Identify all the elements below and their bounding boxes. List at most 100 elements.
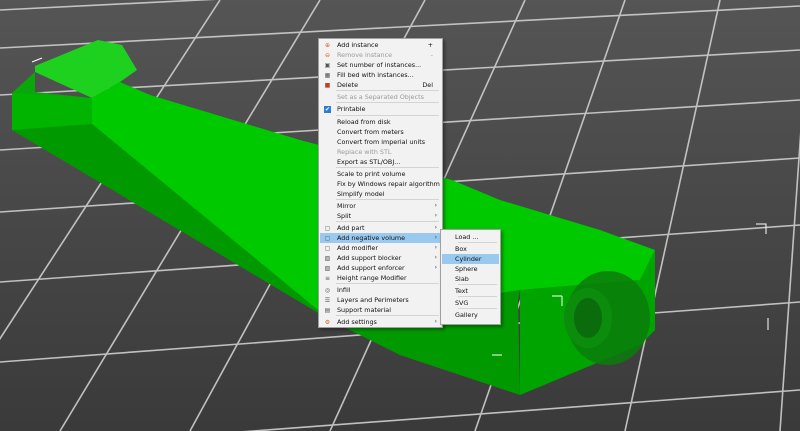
submenu-item-box[interactable]: Box xyxy=(442,244,499,254)
shortcut-label: Del xyxy=(422,81,433,89)
checkmark-icon: ✔ xyxy=(324,106,331,113)
menu-item-label: Support material xyxy=(337,306,391,314)
negative-volume-icon: ▢ xyxy=(324,235,331,242)
menu-item-add-support-blocker[interactable]: ▧ Add support blocker › xyxy=(320,253,441,263)
menu-item-label: Text xyxy=(455,287,468,295)
infill-icon: ◎ xyxy=(324,287,331,294)
menu-item-label: Reload from disk xyxy=(337,118,391,126)
menu-item-label: Printable xyxy=(337,105,366,113)
chevron-right-icon: › xyxy=(434,234,437,241)
submenu-item-sphere[interactable]: Sphere xyxy=(442,264,499,274)
menu-item-label: Add part xyxy=(337,224,365,232)
menu-item-label: Export as STL/OBJ... xyxy=(337,158,401,166)
menu-item-remove-instance: ⊖ Remove instance - xyxy=(320,50,441,60)
menu-item-label: Convert from imperial units xyxy=(337,138,426,146)
menu-separator xyxy=(336,167,439,168)
menu-item-label: Mirror xyxy=(337,202,356,210)
menu-item-infill[interactable]: ◎ Infill xyxy=(320,285,441,295)
menu-item-reload-from-disk[interactable]: Reload from disk xyxy=(320,117,441,127)
remove-instance-icon: ⊖ xyxy=(324,52,331,59)
chevron-right-icon: › xyxy=(434,318,437,325)
menu-item-label: Layers and Perimeters xyxy=(337,296,409,304)
menu-item-fix-by-windows-repair-algorithm[interactable]: Fix by Windows repair algorithm xyxy=(320,179,441,189)
context-menu: ⊕ Add instance + ⊖ Remove instance - ▣ Set numb… xyxy=(318,38,443,328)
submenu-item-text[interactable]: Text xyxy=(442,286,499,296)
menu-item-label: SVG xyxy=(455,299,469,307)
menu-item-label: Delete xyxy=(337,81,358,89)
submenu-item-svg[interactable]: SVG xyxy=(442,298,499,308)
menu-item-label: Convert from meters xyxy=(337,128,404,136)
menu-item-convert-from-imperial-units[interactable]: Convert from imperial units xyxy=(320,137,441,147)
menu-item-support-material[interactable]: ▤ Support material xyxy=(320,305,441,315)
menu-item-fill-bed-with-instances[interactable]: ▦ Fill bed with instances... xyxy=(320,70,441,80)
menu-item-add-part[interactable]: ▢ Add part › xyxy=(320,223,441,233)
menu-item-label: Cylinder xyxy=(455,255,482,263)
layers-icon: ☰ xyxy=(324,297,331,304)
menu-item-label: Scale to print volume xyxy=(337,170,406,178)
menu-item-add-settings[interactable]: ⚙ Add settings › xyxy=(320,317,441,327)
menu-item-add-negative-volume[interactable]: ▢ Add negative volume › xyxy=(320,233,441,243)
menu-item-label: Fix by Windows repair algorithm xyxy=(337,180,440,188)
menu-item-label: Sphere xyxy=(455,265,478,273)
menu-item-add-modifier[interactable]: ▢ Add modifier › xyxy=(320,243,441,253)
menu-separator xyxy=(336,199,439,200)
menu-item-replace-with-stl: Replace with STL xyxy=(320,147,441,157)
chevron-right-icon: › xyxy=(434,224,437,231)
menu-item-add-support-enforcer[interactable]: ▧ Add support enforcer › xyxy=(320,263,441,273)
menu-item-label: Simplify model xyxy=(337,190,385,198)
menu-item-label: Add negative volume xyxy=(337,234,406,242)
submenu-item-load[interactable]: Load ... xyxy=(442,232,499,242)
chevron-right-icon: › xyxy=(434,202,437,209)
chevron-right-icon: › xyxy=(434,254,437,261)
menu-item-printable[interactable]: ✔ Printable xyxy=(320,104,441,114)
menu-item-label: Gallery xyxy=(455,311,478,319)
menu-item-label: Load ... xyxy=(455,233,479,241)
add-negative-volume-submenu: Load ... Box Cylinder Sphere Slab Text SVG Gall… xyxy=(440,229,501,325)
menu-item-label: Add support enforcer xyxy=(337,264,405,272)
menu-item-simplify-model[interactable]: Simplify model xyxy=(320,189,441,199)
submenu-item-gallery[interactable]: Gallery xyxy=(442,310,499,320)
menu-item-label: Slab xyxy=(455,275,469,283)
submenu-item-cylinder[interactable]: Cylinder xyxy=(442,254,499,264)
menu-item-mirror[interactable]: Mirror › xyxy=(320,201,441,211)
shortcut-label: + xyxy=(427,41,433,49)
add-part-icon: ▢ xyxy=(324,225,331,232)
settings-icon: ⚙ xyxy=(324,319,331,326)
height-range-icon: ≡ xyxy=(324,275,331,282)
delete-icon: ■ xyxy=(324,82,331,89)
menu-item-set-as-a-separated-objects: Set as a Separated Objects xyxy=(320,92,441,102)
menu-item-label: Add settings xyxy=(337,318,377,326)
menu-item-label: Split xyxy=(337,212,352,220)
menu-item-height-range-modifier[interactable]: ≡ Height range Modifier xyxy=(320,273,441,283)
menu-separator xyxy=(336,283,439,284)
support-material-icon: ▤ xyxy=(324,307,331,314)
support-enforcer-icon: ▧ xyxy=(324,265,331,272)
instances-icon: ▣ xyxy=(324,62,331,69)
menu-item-set-number-of-instances[interactable]: ▣ Set number of instances... xyxy=(320,60,441,70)
menu-item-label: Infill xyxy=(337,286,351,294)
submenu-item-slab[interactable]: Slab xyxy=(442,274,499,284)
menu-separator xyxy=(336,102,439,103)
menu-item-export-as-stl-obj[interactable]: Export as STL/OBJ... xyxy=(320,157,441,167)
menu-item-add-instance[interactable]: ⊕ Add instance + xyxy=(320,40,441,50)
menu-item-convert-from-meters[interactable]: Convert from meters xyxy=(320,127,441,137)
fill-bed-icon: ▦ xyxy=(324,72,331,79)
menu-item-label: Add instance xyxy=(337,41,379,49)
support-blocker-icon: ▧ xyxy=(324,255,331,262)
menu-item-label: Set as a Separated Objects xyxy=(337,93,424,101)
menu-item-label: Box xyxy=(455,245,467,253)
menu-item-scale-to-print-volume[interactable]: Scale to print volume xyxy=(320,169,441,179)
chevron-right-icon: › xyxy=(434,212,437,219)
add-instance-icon: ⊕ xyxy=(324,42,331,49)
shortcut-label: - xyxy=(430,51,433,59)
menu-separator xyxy=(458,296,497,297)
menu-separator xyxy=(458,308,497,309)
menu-separator xyxy=(336,221,439,222)
menu-item-label: Set number of instances... xyxy=(337,61,422,69)
menu-item-delete[interactable]: ■ Delete Del xyxy=(320,80,441,90)
menu-item-split[interactable]: Split › xyxy=(320,211,441,221)
menu-separator xyxy=(458,284,497,285)
menu-item-layers-and-perimeters[interactable]: ☰ Layers and Perimeters xyxy=(320,295,441,305)
menu-item-label: Height range Modifier xyxy=(337,274,407,282)
menu-item-label: Fill bed with instances... xyxy=(337,71,414,79)
